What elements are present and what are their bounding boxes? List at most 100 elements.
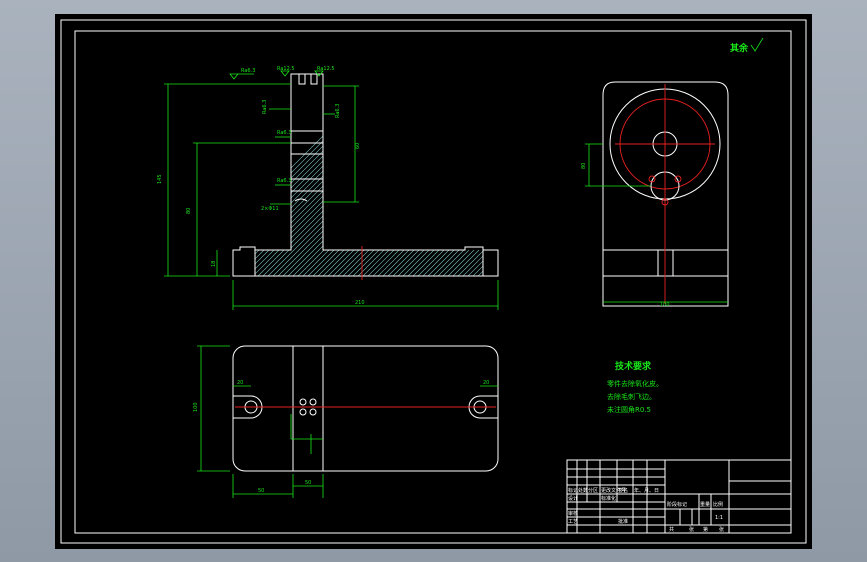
hatch-line bbox=[490, 64, 710, 284]
dim-overall-height: 145 bbox=[157, 174, 163, 184]
roughness-slot-right-text: Ra12.5 bbox=[317, 66, 335, 72]
top-view-outline bbox=[232, 345, 499, 472]
hatch-line bbox=[255, 74, 411, 276]
tb-sheet: 第 bbox=[703, 526, 708, 533]
top-hole-right-dim: 20 bbox=[483, 380, 489, 386]
hatch-line bbox=[344, 74, 483, 276]
side-view-outline bbox=[602, 81, 729, 307]
tb-scale-value: 1:1 bbox=[715, 515, 723, 521]
top-hole-3 bbox=[299, 408, 307, 416]
tb-count: 处数 bbox=[578, 487, 588, 494]
hatch-line bbox=[339, 74, 483, 276]
top-hole-2 bbox=[309, 398, 317, 406]
hatch-line bbox=[424, 74, 483, 276]
hatch-line bbox=[255, 74, 471, 276]
tb-sheet-of: 张 bbox=[689, 526, 694, 533]
hatch-line bbox=[414, 74, 483, 276]
surface-finish-note: 其余 bbox=[730, 37, 764, 54]
roughness-callout-right: Ra6.3 bbox=[335, 104, 341, 118]
tb-weight: 重量 bbox=[700, 501, 710, 508]
hatch-line bbox=[269, 74, 483, 276]
front-top-slot bbox=[298, 74, 318, 85]
hatch-line bbox=[255, 74, 446, 276]
hatch-line bbox=[334, 74, 483, 276]
hatch-line bbox=[304, 74, 483, 276]
hatch-line bbox=[255, 74, 426, 276]
hatch-line bbox=[454, 74, 483, 276]
side-view: 80 100 bbox=[581, 81, 729, 308]
top-hole-1 bbox=[299, 398, 307, 406]
hatch-line bbox=[515, 64, 735, 284]
front-view-outline bbox=[232, 73, 499, 277]
hatch-line bbox=[459, 74, 483, 276]
hatch-line bbox=[364, 74, 483, 276]
tech-requirement-1: 零件去除氧化皮。 bbox=[607, 379, 663, 388]
front-dimensions: 145 80 18 210 60 Ra6.3 Ra6.3 Ra12.5 Ra12… bbox=[157, 66, 499, 310]
inner-frame bbox=[74, 30, 792, 534]
hatch-line bbox=[369, 74, 483, 276]
hole-callout-note: 2×Φ11 bbox=[261, 206, 279, 212]
tb-sheets: 共 bbox=[669, 526, 674, 533]
tb-sign: 签名 bbox=[618, 487, 628, 494]
tb-process: 工艺 bbox=[568, 519, 578, 525]
hole-callout-upper: Ra6.3 bbox=[277, 130, 291, 136]
side-width-dim: 100 bbox=[660, 302, 670, 308]
tb-approve: 批准 bbox=[618, 518, 628, 525]
roughness-slot-left-text: Ra12.5 bbox=[277, 66, 295, 72]
hatch-line bbox=[255, 74, 456, 276]
tb-standard: 标准化 bbox=[601, 495, 616, 502]
surface-mark-text: 其余 bbox=[730, 42, 749, 54]
tb-review: 审核 bbox=[568, 510, 578, 517]
roughness-top-text: Ra6.3 bbox=[241, 68, 255, 74]
hatch-line bbox=[255, 74, 436, 276]
hatch-line bbox=[399, 74, 483, 276]
title-block: 标记 处数 分区 更改文件号 签名 年、月、日 设计 标准化 审核 工艺 批准 … bbox=[566, 459, 792, 534]
hatch-line bbox=[404, 74, 483, 276]
hatch-line bbox=[379, 74, 483, 276]
hatch-line bbox=[520, 64, 740, 284]
tech-requirements-title: 技术要求 bbox=[615, 360, 652, 372]
top-hole-left-dim: 20 bbox=[237, 380, 243, 386]
top-left-offset-dim: 50 bbox=[258, 488, 264, 494]
hatch-line bbox=[279, 74, 483, 276]
hatch-line bbox=[349, 74, 483, 276]
hatch-line bbox=[274, 74, 483, 276]
tech-requirements: 技术要求 零件去除氧化皮。 去除毛刺飞边。 未注圆角R0.5 bbox=[607, 360, 663, 414]
tb-scale: 比例 bbox=[713, 501, 723, 508]
front-view: 145 80 18 210 60 Ra6.3 Ra6.3 Ra12.5 Ra12… bbox=[157, 64, 740, 310]
front-section-hatch bbox=[255, 64, 740, 284]
hatch-line bbox=[389, 74, 483, 276]
outer-frame bbox=[60, 19, 807, 544]
dim-overall-width: 210 bbox=[355, 300, 365, 306]
hatch-line bbox=[319, 74, 483, 276]
hatch-line bbox=[309, 74, 483, 276]
hatch-line bbox=[284, 74, 483, 276]
hatch-line bbox=[324, 74, 483, 276]
top-hole-4 bbox=[309, 408, 317, 416]
hatch-line bbox=[374, 74, 483, 276]
dim-base-height: 18 bbox=[211, 261, 217, 267]
hatch-line bbox=[409, 74, 483, 276]
hatch-line bbox=[255, 74, 476, 276]
hatch-line bbox=[259, 74, 481, 276]
hatch-line bbox=[255, 74, 461, 276]
tb-sheet-end: 张 bbox=[719, 526, 724, 533]
hatch-line bbox=[510, 64, 730, 284]
dim-mid-height: 80 bbox=[186, 208, 192, 214]
hatch-line bbox=[439, 74, 483, 276]
hatch-line bbox=[299, 74, 483, 276]
dim-slot-depth: 60 bbox=[355, 143, 361, 149]
top-right-offset-dim: 50 bbox=[305, 480, 311, 486]
hatch-line bbox=[294, 74, 483, 276]
hatch-line bbox=[255, 74, 416, 276]
hatch-line bbox=[264, 74, 483, 276]
tb-date: 年、月、日 bbox=[634, 487, 659, 494]
tech-requirement-3: 未注圆角R0.5 bbox=[607, 405, 651, 414]
drawing-viewport[interactable]: 其余 145 80 18 210 60 Ra6.3 Ra6.3 Ra12.5 R… bbox=[55, 14, 812, 549]
roughness-check-symbol bbox=[750, 37, 764, 52]
top-view-column bbox=[292, 345, 324, 472]
hatch-line bbox=[495, 64, 715, 284]
top-view: 100 50 50 20 20 bbox=[193, 345, 499, 498]
roughness-column-left: Ra6.3 bbox=[262, 100, 268, 114]
top-height-dim: 100 bbox=[193, 402, 199, 412]
